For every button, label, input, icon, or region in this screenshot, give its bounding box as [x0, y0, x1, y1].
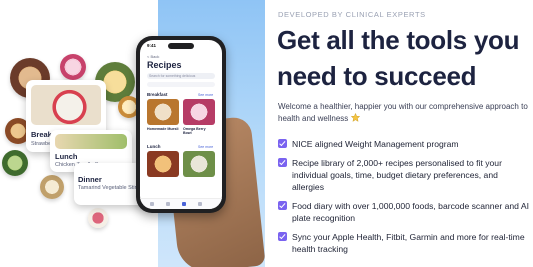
checkbox-icon	[278, 139, 287, 148]
back-link[interactable]: < Back	[147, 54, 159, 59]
intro-text: Welcome a healthier, happier you with ou…	[278, 102, 528, 123]
recipe-name: Homemade Muesli	[147, 127, 179, 131]
section-label: Breakfast	[147, 92, 168, 97]
section-label: Lunch	[147, 144, 161, 149]
filter-bar[interactable]	[147, 82, 215, 87]
app-illustration: Breakfast Strawberry Overnight Oats (v) …	[0, 0, 265, 267]
eyebrow-text: DEVELOPED BY CLINICAL EXPERTS	[278, 10, 426, 19]
feature-item: Food diary with over 1,000,000 foods, ba…	[278, 200, 532, 224]
feature-item: NICE aligned Weight Management program	[278, 138, 532, 150]
feature-text: Sync your Apple Health, Fitbit, Garmin a…	[292, 232, 525, 254]
recipe-thumbnail[interactable]	[183, 151, 215, 177]
status-time: 9:41	[147, 43, 157, 48]
phone-mockup: 9:41 < Back Recipes Search for something…	[136, 36, 226, 213]
feature-item: Recipe library of 2,000+ recipes persona…	[278, 157, 532, 193]
food-plate-image	[60, 54, 86, 80]
food-plate-image	[40, 175, 64, 199]
phone-screen: 9:41 < Back Recipes Search for something…	[140, 40, 222, 209]
recipes-icon[interactable]	[182, 202, 186, 206]
recipe-name: Omega Berry Bowl	[183, 127, 206, 136]
intro-paragraph: Welcome a healthier, happier you with ou…	[278, 101, 530, 125]
diary-icon[interactable]	[166, 202, 170, 206]
recipe-thumbnail[interactable]	[147, 99, 179, 125]
bottom-nav-bar	[140, 198, 222, 209]
see-more-link[interactable]: See more	[198, 145, 213, 149]
food-plate-image	[88, 208, 108, 228]
checkbox-icon	[278, 232, 287, 241]
screen-title: Recipes	[147, 60, 182, 70]
phone-notch	[168, 43, 194, 49]
meal-card-title: Lunch	[55, 152, 78, 161]
feature-text: Food diary with over 1,000,000 foods, ba…	[292, 201, 529, 223]
recipe-search-input[interactable]: Search for something delicious	[147, 73, 215, 79]
lunch-photo	[55, 134, 127, 149]
profile-icon[interactable]	[198, 202, 202, 206]
recipe-thumbnail[interactable]	[183, 99, 215, 125]
star-icon	[350, 113, 360, 122]
home-icon[interactable]	[150, 202, 154, 206]
feature-text: Recipe library of 2,000+ recipes persona…	[292, 158, 502, 192]
breakfast-photo	[31, 85, 101, 125]
meal-card-title: Dinner	[78, 175, 102, 184]
feature-list: NICE aligned Weight Management program R…	[278, 138, 532, 262]
recipe-thumbnail[interactable]	[147, 151, 179, 177]
checkbox-icon	[278, 201, 287, 210]
food-plate-image	[2, 150, 28, 176]
see-more-link[interactable]: See more	[198, 93, 213, 97]
page-headline: Get all the tools you need to succeed	[277, 25, 520, 91]
feature-text: NICE aligned Weight Management program	[292, 139, 459, 149]
checkbox-icon	[278, 158, 287, 167]
feature-item: Sync your Apple Health, Fitbit, Garmin a…	[278, 231, 532, 255]
